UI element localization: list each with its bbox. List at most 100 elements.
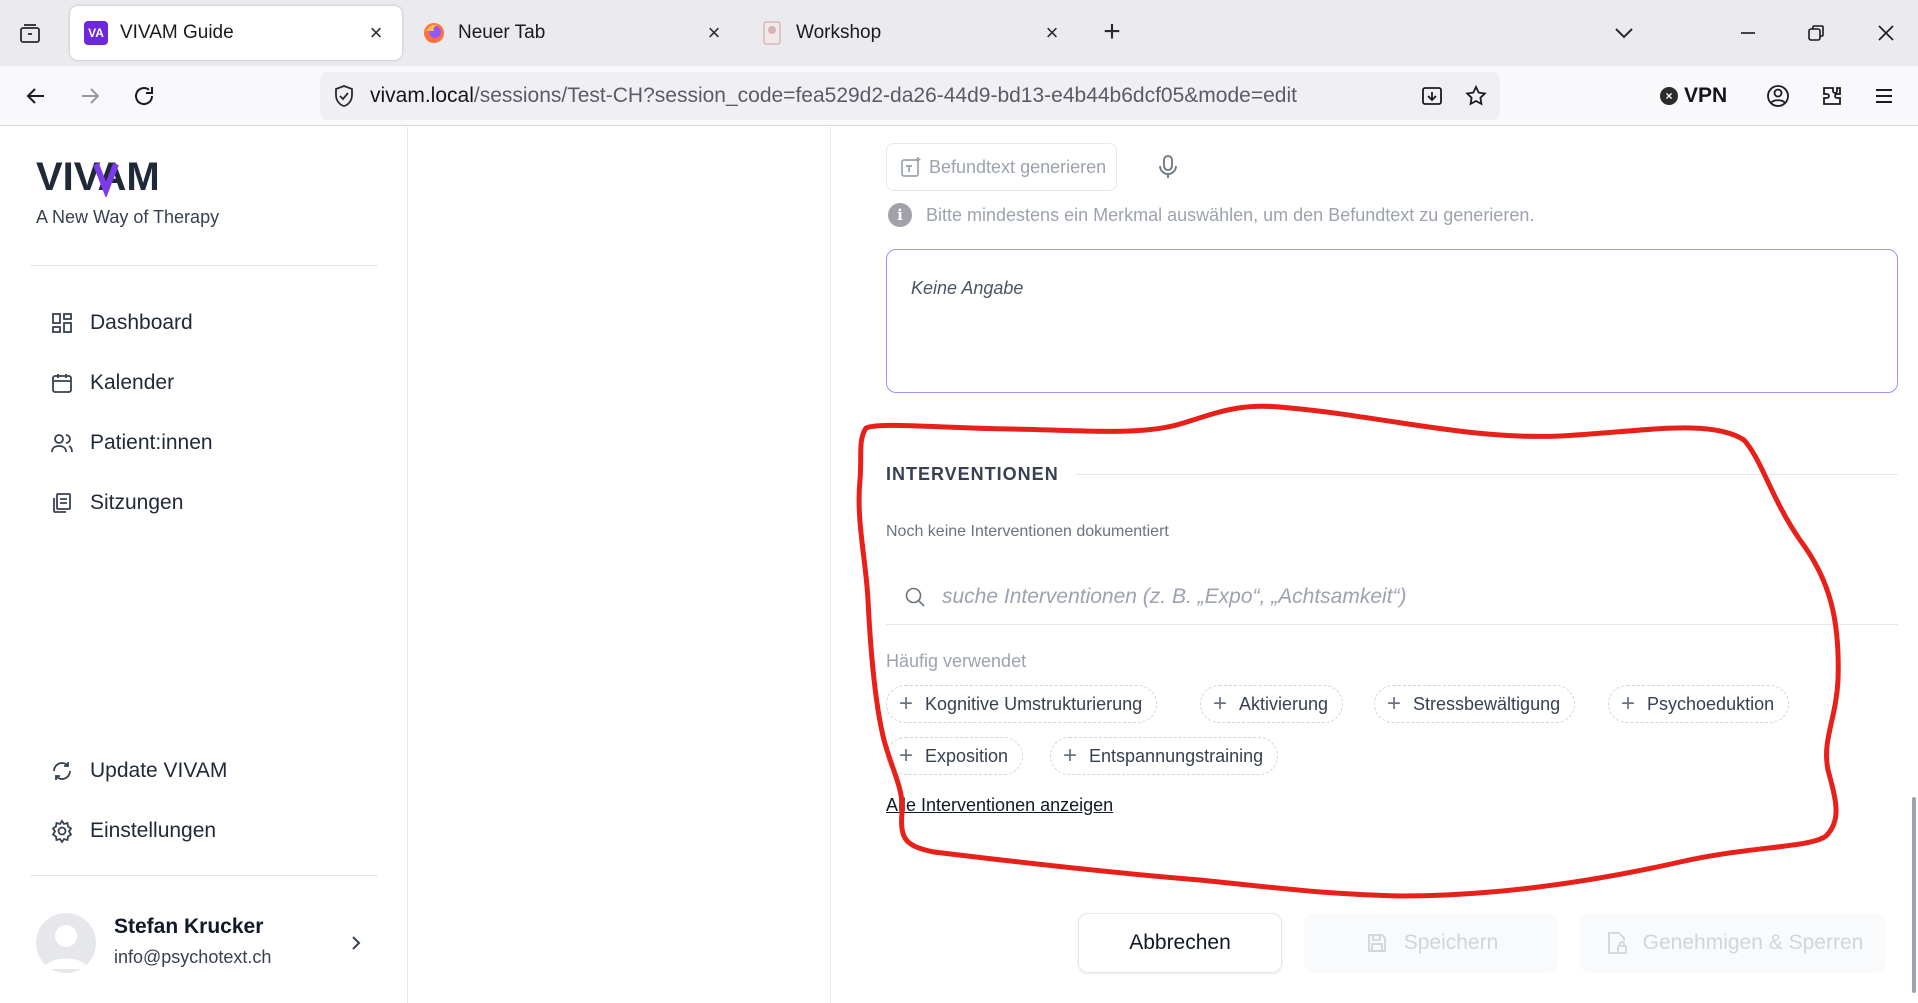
chip-entspannungstraining[interactable]: + Entspannungstraining bbox=[1050, 737, 1279, 775]
browser-nav-bar: vivam.local/sessions/Test-CH?session_cod… bbox=[0, 66, 1918, 126]
findings-textarea[interactable]: Keine Angabe bbox=[886, 249, 1898, 393]
section-divider bbox=[1074, 473, 1898, 475]
dashboard-icon bbox=[48, 309, 76, 337]
sidebar-item-update[interactable]: Update VIVAM bbox=[48, 751, 227, 791]
minimize-icon[interactable] bbox=[1732, 17, 1764, 49]
user-email: info@psychotext.ch bbox=[114, 947, 272, 967]
interventions-search bbox=[886, 569, 1898, 625]
url-path: /sessions/Test-CH?session_code=fea529d2-… bbox=[473, 84, 1297, 107]
sidebar-item-label: Einstellungen bbox=[90, 819, 217, 842]
firefox-favicon-icon bbox=[422, 21, 446, 45]
tab-list-icon[interactable] bbox=[14, 18, 46, 50]
back-arrow-icon[interactable] bbox=[20, 80, 52, 112]
hint-text: Bitte mindestens ein Merkmal auswählen, … bbox=[926, 204, 1535, 225]
approve-label: Genehmigen & Sperren bbox=[1642, 931, 1864, 954]
generate-findings-label: Befundtext generieren bbox=[929, 156, 1107, 177]
sidebar-item-sitzungen[interactable]: Sitzungen bbox=[48, 483, 183, 523]
chip-aktivierung[interactable]: + Aktivierung bbox=[1200, 685, 1344, 723]
chip-label: Psychoeduktion bbox=[1647, 693, 1775, 714]
close-tab-icon[interactable]: × bbox=[702, 20, 726, 45]
chip-label: Aktivierung bbox=[1239, 693, 1329, 714]
sidebar-divider bbox=[30, 265, 378, 266]
cancel-button[interactable]: Abbrechen bbox=[1078, 913, 1282, 973]
session-middle-panel bbox=[409, 127, 831, 1003]
chip-exposition[interactable]: + Exposition bbox=[886, 737, 1024, 775]
vivam-favicon-icon: VA bbox=[84, 21, 108, 45]
plus-icon: + bbox=[899, 690, 914, 717]
chip-label: Exposition bbox=[925, 745, 1009, 766]
user-profile[interactable]: Stefan Krucker info@psychotext.ch bbox=[36, 911, 376, 975]
approve-lock-button[interactable]: Genehmigen & Sperren bbox=[1580, 913, 1886, 973]
sessions-icon bbox=[48, 489, 76, 517]
bookmark-star-icon[interactable] bbox=[1460, 80, 1492, 112]
user-name: Stefan Krucker bbox=[114, 915, 264, 938]
reload-icon[interactable] bbox=[128, 80, 160, 112]
document-lock-icon bbox=[1603, 930, 1629, 956]
sidebar-item-label: Update VIVAM bbox=[90, 759, 228, 782]
scrollbar-thumb[interactable] bbox=[1912, 797, 1916, 993]
interventions-empty-note: Noch keine Interventionen dokumentiert bbox=[886, 523, 1169, 540]
show-all-interventions-link[interactable]: Alle Interventionen anzeigen bbox=[886, 795, 1113, 816]
plus-icon: + bbox=[1621, 690, 1636, 717]
tab-neuer-tab[interactable]: Neuer Tab × bbox=[408, 6, 740, 60]
refresh-icon bbox=[48, 757, 76, 785]
sidebar-item-einstellungen[interactable]: Einstellungen bbox=[48, 811, 216, 851]
sidebar-item-label: Dashboard bbox=[90, 311, 193, 334]
tab-title: Neuer Tab bbox=[458, 22, 546, 43]
floppy-disk-icon bbox=[1364, 930, 1390, 956]
save-label: Speichern bbox=[1403, 931, 1499, 954]
plus-icon: + bbox=[1213, 690, 1228, 717]
sidebar-item-label: Patient:innen bbox=[90, 431, 213, 454]
app-sidebar: VIVAM A New Way of Therapy Dashboard Kal… bbox=[0, 127, 408, 1003]
sidebar-item-kalender[interactable]: Kalender bbox=[48, 363, 174, 403]
extensions-icon[interactable] bbox=[1816, 80, 1848, 112]
sidebar-item-dashboard[interactable]: Dashboard bbox=[48, 303, 193, 343]
ai-text-icon bbox=[899, 155, 923, 179]
close-window-icon[interactable] bbox=[1870, 17, 1902, 49]
chevron-right-icon[interactable] bbox=[342, 929, 370, 957]
hint-message: i Bitte mindestens ein Merkmal auswählen… bbox=[888, 202, 1534, 228]
tracking-shield-icon[interactable] bbox=[330, 82, 358, 110]
tab-vivam-guide[interactable]: VA VIVAM Guide × bbox=[70, 6, 402, 60]
restore-icon[interactable] bbox=[1800, 17, 1832, 49]
frequent-label: Häufig verwendet bbox=[886, 651, 1027, 671]
generate-findings-button[interactable]: Befundtext generieren bbox=[886, 143, 1118, 191]
url-host: vivam.local bbox=[370, 84, 474, 107]
tab-overflow-chevron-icon[interactable] bbox=[1608, 17, 1640, 49]
close-tab-icon[interactable]: × bbox=[364, 20, 388, 45]
workshop-favicon-icon bbox=[760, 21, 784, 45]
chip-psychoeduktion[interactable]: + Psychoeduktion bbox=[1608, 685, 1790, 723]
chip-label: Entspannungstraining bbox=[1089, 745, 1264, 766]
cancel-label: Abbrechen bbox=[1129, 931, 1231, 954]
tab-workshop[interactable]: Workshop × bbox=[746, 6, 1078, 60]
gear-icon bbox=[48, 817, 76, 845]
calendar-icon bbox=[48, 369, 76, 397]
plus-icon: + bbox=[1387, 690, 1402, 717]
hamburger-menu-icon[interactable] bbox=[1868, 80, 1900, 112]
section-title: INTERVENTIONEN bbox=[886, 463, 1059, 484]
account-icon[interactable] bbox=[1762, 80, 1794, 112]
interventions-search-input[interactable] bbox=[942, 584, 1842, 609]
chip-kognitive-umstrukturierung[interactable]: + Kognitive Umstrukturierung bbox=[886, 685, 1158, 723]
vpn-label: VPN bbox=[1684, 84, 1728, 107]
vivam-logo: VIVAM bbox=[36, 157, 160, 197]
save-button[interactable]: Speichern bbox=[1304, 913, 1558, 973]
download-page-icon[interactable] bbox=[1416, 80, 1448, 112]
microphone-icon[interactable] bbox=[1154, 153, 1182, 181]
sidebar-item-patienten[interactable]: Patient:innen bbox=[48, 423, 213, 463]
chip-label: Kognitive Umstrukturierung bbox=[925, 693, 1143, 714]
tab-title: VIVAM Guide bbox=[120, 22, 234, 43]
vpn-status[interactable]: × VPN bbox=[1660, 80, 1727, 112]
url-text[interactable]: vivam.local/sessions/Test-CH?session_cod… bbox=[370, 84, 1297, 108]
chip-stressbewaeltigung[interactable]: + Stressbewältigung bbox=[1374, 685, 1576, 723]
new-tab-plus-icon[interactable]: + bbox=[1096, 17, 1128, 49]
main-scrollbar[interactable] bbox=[1910, 127, 1918, 1003]
url-bar[interactable]: vivam.local/sessions/Test-CH?session_cod… bbox=[320, 72, 1500, 120]
tagline: A New Way of Therapy bbox=[36, 207, 220, 227]
browser-tab-bar: VA VIVAM Guide × Neuer Tab × Workshop × … bbox=[0, 0, 1918, 66]
forward-arrow-icon[interactable] bbox=[74, 80, 106, 112]
tab-title: Workshop bbox=[796, 22, 882, 43]
session-form: Befundtext generieren i Bitte mindestens… bbox=[832, 127, 1918, 1003]
close-tab-icon[interactable]: × bbox=[1040, 20, 1064, 45]
sidebar-item-label: Kalender bbox=[90, 371, 175, 394]
